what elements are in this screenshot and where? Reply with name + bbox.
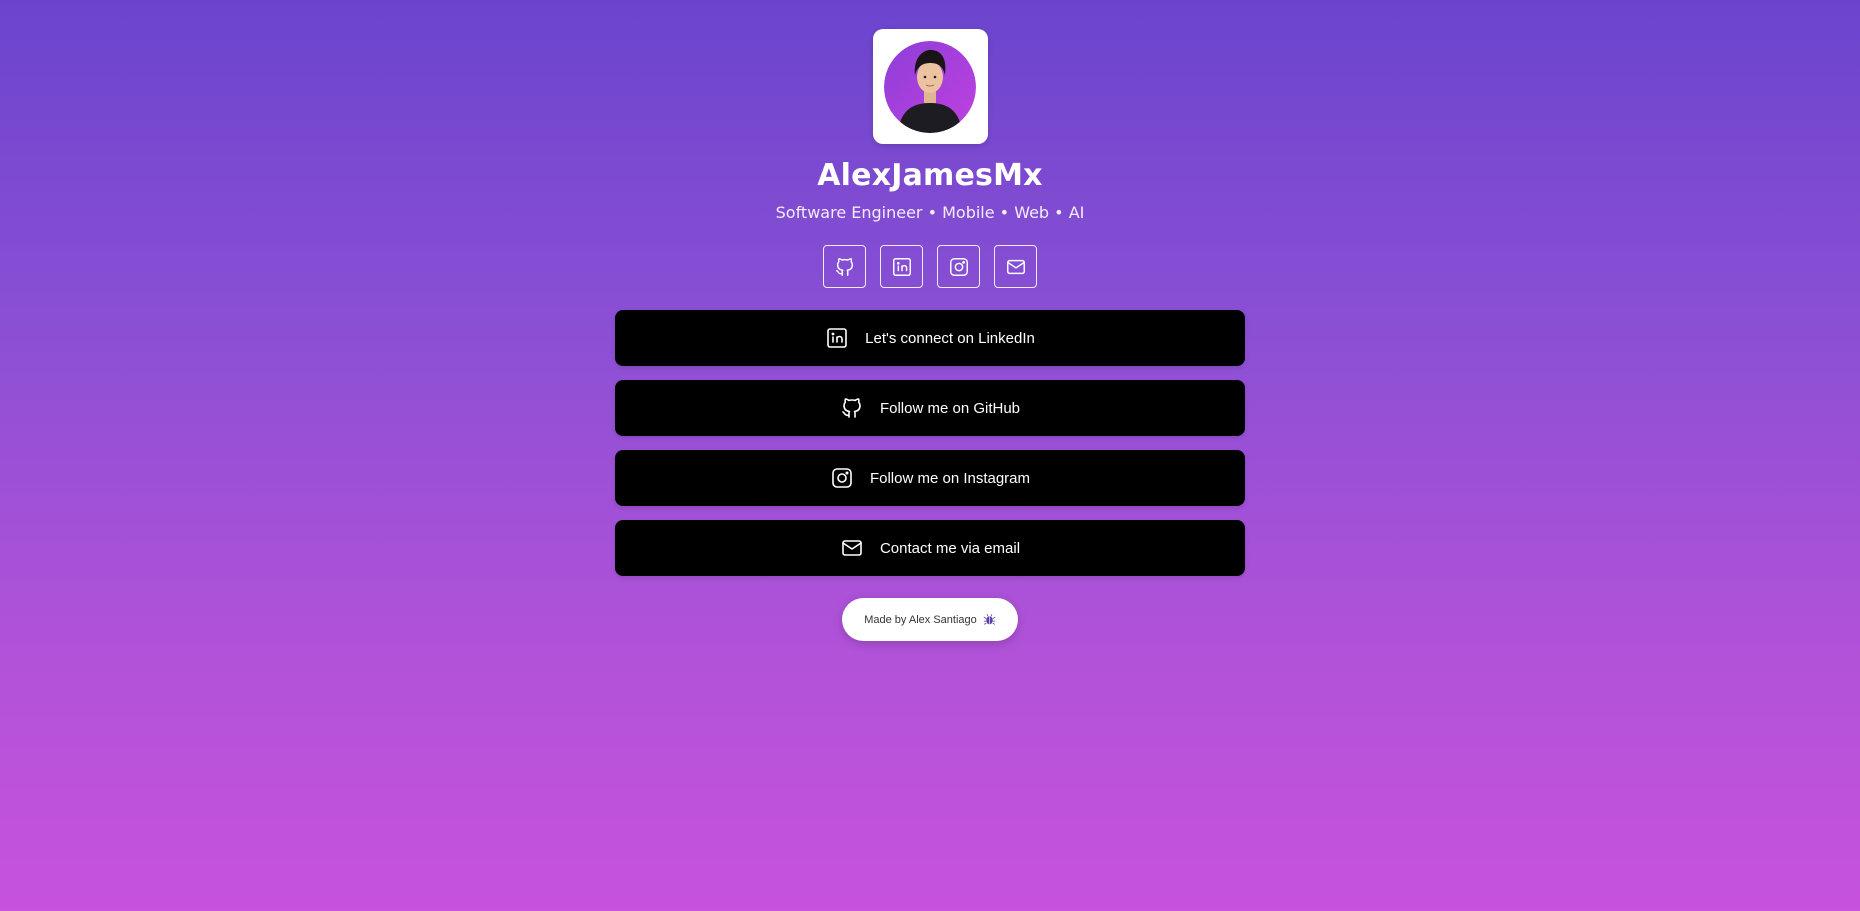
bug-icon [983, 614, 996, 625]
link-label: Contact me via email [879, 539, 1021, 557]
made-by-badge[interactable]: Made by Alex Santiago [842, 598, 1018, 641]
github-link-button[interactable]: Follow me on GitHub [615, 380, 1245, 436]
linkedin-icon [892, 257, 911, 276]
instagram-icon [949, 257, 968, 276]
avatar-photo [884, 40, 976, 133]
instagram-icon [832, 468, 852, 488]
link-label: Let's connect on LinkedIn [865, 329, 1035, 347]
instagram-link-button[interactable]: Follow me on Instagram [615, 450, 1245, 506]
github-icon [842, 398, 861, 418]
profile-tagline: Software Engineer • Mobile • Web • AI [775, 203, 1085, 222]
avatar [872, 29, 988, 144]
profile-name: AlexJamesMx [817, 158, 1043, 193]
mail-icon [1006, 259, 1025, 274]
linkedin-icon [827, 328, 847, 348]
social-github-button[interactable] [823, 245, 866, 288]
email-link-button[interactable]: Contact me via email [615, 520, 1245, 576]
link-label: Follow me on Instagram [869, 469, 1031, 487]
social-instagram-button[interactable] [937, 245, 980, 288]
made-by-label: Made by Alex Santiago [864, 613, 977, 626]
profile-page: AlexJamesMx Software Engineer • Mobile •… [615, 0, 1245, 641]
linkedin-link-button[interactable]: Let's connect on LinkedIn [615, 310, 1245, 366]
social-linkedin-button[interactable] [880, 245, 923, 288]
social-icons-row [823, 245, 1037, 288]
link-list: Let's connect on LinkedIn Follow me on G… [615, 310, 1245, 576]
link-label: Follow me on GitHub [879, 399, 1021, 417]
social-email-button[interactable] [994, 245, 1037, 288]
github-icon [835, 257, 853, 276]
mail-icon [842, 540, 862, 556]
